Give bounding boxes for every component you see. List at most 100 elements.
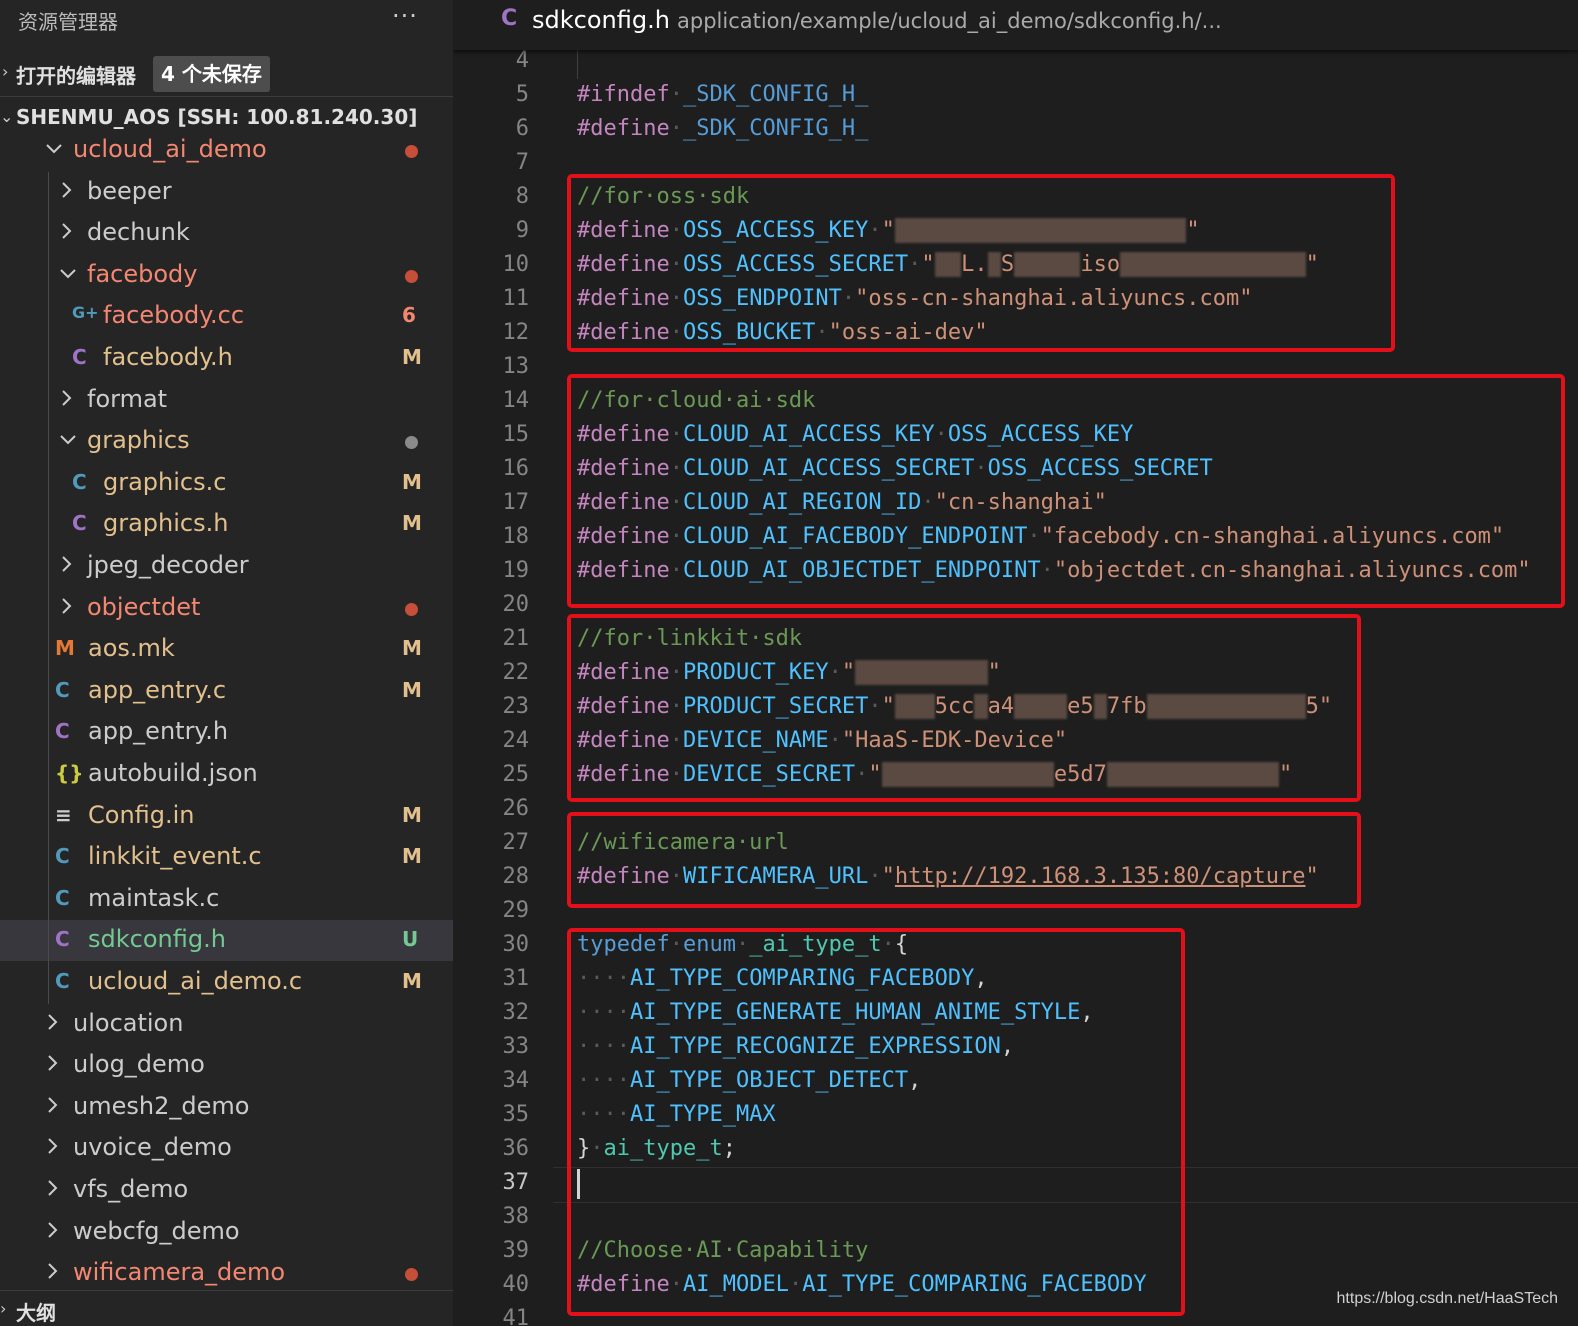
makefile-icon: M <box>55 636 75 661</box>
code-line[interactable]: 16 #define·CLOUD_AI_ACCESS_SECRET·OSS_ACC… <box>453 453 1578 487</box>
code-text: //for·linkkit·sdk <box>577 626 802 651</box>
more-actions-icon[interactable]: ··· <box>392 2 418 30</box>
code-line[interactable]: 28 #define·WIFICAMERA_URL·"http://192.168… <box>453 861 1578 895</box>
code-text: #define·OSS_ACCESS_SECRET·"██L.nS█████is… <box>577 252 1319 277</box>
code-line[interactable]: 11 #define·OSS_ENDPOINT·"oss-cn-shanghai.… <box>453 283 1578 317</box>
code-token: #define <box>577 490 670 515</box>
breadcrumb-path[interactable]: application/example/ucloud_ai_demo/sdkco… <box>677 9 1222 33</box>
code-line[interactable]: 26 <box>453 793 1578 827</box>
code-line[interactable]: 29 <box>453 895 1578 929</box>
chevron-right-icon[interactable] <box>44 1134 60 1158</box>
tree-file[interactable]: Cmaintask.c <box>0 879 453 920</box>
code-line[interactable]: 5 #ifndef·_SDK_CONFIG_H_ <box>453 79 1578 113</box>
tree-folder[interactable]: ucloud_ai_demo <box>0 130 453 171</box>
code-line[interactable]: 32 ····AI_TYPE_GENERATE_HUMAN_ANIME_STYLE… <box>453 997 1578 1031</box>
code-line[interactable]: 13 <box>453 351 1578 385</box>
tree-folder[interactable]: ulocation <box>0 1004 453 1045</box>
tree-file[interactable]: Cgraphics.h M <box>0 504 453 545</box>
tree-folder[interactable]: format <box>0 380 453 421</box>
tree-folder[interactable]: umesh2_demo <box>0 1087 453 1128</box>
tree-file[interactable]: Maos.mk M <box>0 629 453 670</box>
tree-file[interactable]: Csdkconfig.h U <box>0 920 453 962</box>
tree-file[interactable]: {} autobuild.json <box>0 754 453 795</box>
tree-folder[interactable]: vfs_demo <box>0 1170 453 1211</box>
code-line[interactable]: 19 #define·CLOUD_AI_OBJECTDET_ENDPOINT·"o… <box>453 555 1578 589</box>
tree-folder[interactable]: webcfg_demo <box>0 1212 453 1253</box>
code-line[interactable]: 20 <box>453 589 1578 623</box>
chevron-right-icon[interactable] <box>58 219 74 243</box>
code-line[interactable]: 39 //Choose·AI·Capability <box>453 1235 1578 1269</box>
tree-file[interactable]: Clinkkit_event.c M <box>0 837 453 878</box>
chevron-down-icon[interactable] <box>58 427 76 451</box>
chevron-right-icon[interactable] <box>58 594 74 618</box>
chevron-right-icon[interactable] <box>58 386 74 410</box>
breadcrumb-filename[interactable]: sdkconfig.h <box>532 6 670 34</box>
chevron-down-icon[interactable] <box>58 261 76 285</box>
line-number: 13 <box>502 354 530 379</box>
code-line[interactable]: 25#define·DEVICE_SECRET·"█████████████e5… <box>453 759 1578 793</box>
tree-folder[interactable]: uvoice_demo <box>0 1128 453 1169</box>
code-line[interactable]: 21 //for·linkkit·sdk <box>453 623 1578 657</box>
chevron-down-icon[interactable] <box>44 136 62 160</box>
code-line[interactable]: 4 <box>453 45 1578 79</box>
code-line[interactable]: 17 #define·CLOUD_AI_REGION_ID·"cn-shangha… <box>453 487 1578 521</box>
code-line[interactable]: 15 #define·CLOUD_AI_ACCESS_KEY·OSS_ACCESS… <box>453 419 1578 453</box>
code-line[interactable]: 36}·ai_type_t; <box>453 1133 1578 1167</box>
tree-folder[interactable]: ulog_demo <box>0 1045 453 1086</box>
tree-folder[interactable]: dechunk <box>0 213 453 254</box>
tree-folder[interactable]: jpeg_decoder <box>0 546 453 587</box>
code-line[interactable]: 12 #define·OSS_BUCKET·"oss-ai-dev" <box>453 317 1578 351</box>
code-line[interactable]: 7 <box>453 147 1578 181</box>
tree-file[interactable]: Cfacebody.h M <box>0 338 453 379</box>
tree-file[interactable]: Cucloud_ai_demo.c M <box>0 962 453 1003</box>
chevron-right-icon[interactable] <box>58 552 74 576</box>
code-line[interactable]: 33 ····AI_TYPE_RECOGNIZE_EXPRESSION, <box>453 1031 1578 1065</box>
code-line[interactable]: 23#define·PRODUCT_SECRET·"███5cc·a4████e… <box>453 691 1578 725</box>
tree-file[interactable]: Capp_entry.c M <box>0 671 453 712</box>
open-editors-section[interactable]: › 打开的编辑器 4 个未保存 <box>0 56 453 92</box>
code-token[interactable]: http://192.168.3.135:80/capture <box>895 864 1306 889</box>
code-line[interactable]: 10#define·OSS_ACCESS_SECRET·"██L.nS█████… <box>453 249 1578 283</box>
chevron-right-icon[interactable] <box>44 1051 60 1075</box>
code-line[interactable]: 24 #define·DEVICE_NAME·"HaaS-EDK-Device" <box>453 725 1578 759</box>
line-number: 39 <box>502 1238 530 1263</box>
tree-folder[interactable]: graphics <box>0 421 453 462</box>
tree-folder[interactable]: wificamera_demo <box>0 1253 453 1294</box>
tree-file[interactable]: ≡ Config.in M <box>0 796 453 837</box>
code-text: ····AI_TYPE_GENERATE_HUMAN_ANIME_STYLE, <box>577 1000 1094 1025</box>
chevron-right-icon[interactable] <box>44 1176 60 1200</box>
open-editors-label: 打开的编辑器 <box>16 64 136 88</box>
tree-file[interactable]: G+ facebody.cc 6 <box>0 296 453 337</box>
tree-file[interactable]: Capp_entry.h <box>0 712 453 753</box>
code-line[interactable]: 8 //for·oss·sdk <box>453 181 1578 215</box>
code-line[interactable]: 30 typedef·enum·_ai_type_t·{ <box>453 929 1578 963</box>
tree-file[interactable]: Cgraphics.c M <box>0 463 453 504</box>
code-token: · <box>669 694 683 719</box>
chevron-right-icon[interactable] <box>44 1010 60 1034</box>
outline-section[interactable]: › 大纲 <box>0 1290 453 1326</box>
code-line[interactable]: 22#define·PRODUCT_KEY·"██████████" <box>453 657 1578 691</box>
tree-folder[interactable]: beeper <box>0 172 453 213</box>
code-line[interactable]: 34 ····AI_TYPE_OBJECT_DETECT, <box>453 1065 1578 1099</box>
line-number: 11 <box>502 286 530 311</box>
code-line[interactable]: 9#define·OSS_ACCESS_KEY·"LTAI4Gho3ccXpkN… <box>453 215 1578 249</box>
chevron-right-icon[interactable] <box>44 1218 60 1242</box>
code-line[interactable]: 18 #define·CLOUD_AI_FACEBODY_ENDPOINT·"fa… <box>453 521 1578 555</box>
chevron-right-icon[interactable] <box>58 178 74 202</box>
code-line[interactable]: 38 <box>453 1201 1578 1235</box>
tree-folder[interactable]: facebody <box>0 255 453 296</box>
code-line[interactable]: 14 //for·cloud·ai·sdk <box>453 385 1578 419</box>
chevron-right-icon[interactable] <box>44 1093 60 1117</box>
workspace-label: SHENMU_AOS [SSH: 100.81.240.30] <box>16 105 418 129</box>
change-dot-indicator <box>405 1268 418 1282</box>
code-line[interactable]: 31 ····AI_TYPE_COMPARING_FACEBODY, <box>453 963 1578 997</box>
change-dot-indicator <box>405 436 418 450</box>
code-line[interactable]: 35 ····AI_TYPE_MAX <box>453 1099 1578 1133</box>
chevron-right-icon[interactable] <box>44 1259 60 1283</box>
line-number: 7 <box>515 150 529 175</box>
code-line[interactable]: 37 <box>453 1167 1578 1201</box>
code-editor[interactable]: C sdkconfig.h application/example/ucloud… <box>453 0 1578 1326</box>
tree-folder[interactable]: objectdet <box>0 588 453 629</box>
code-line[interactable]: 27 //wificamera·url <box>453 827 1578 861</box>
code-line[interactable]: 6 #define·_SDK_CONFIG_H_ <box>453 113 1578 147</box>
